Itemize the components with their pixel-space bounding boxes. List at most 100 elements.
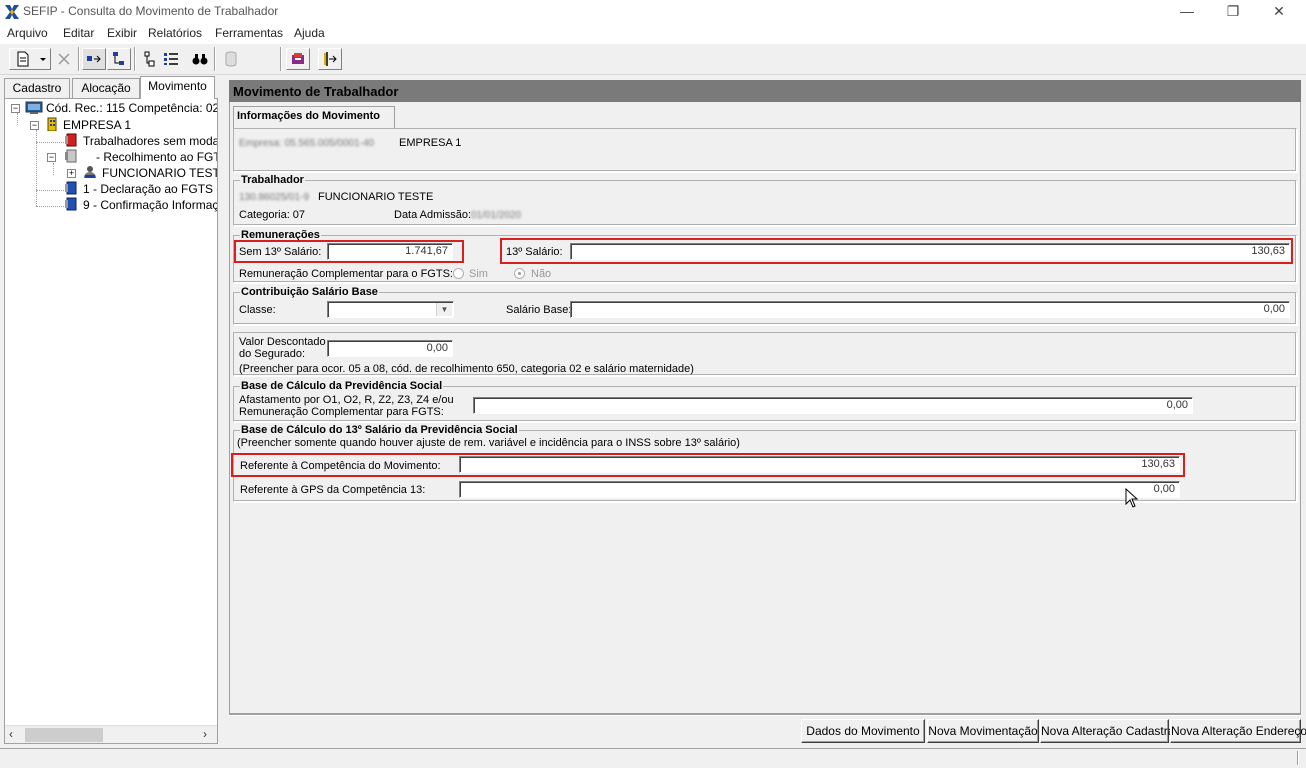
salario-base-field[interactable]: 0,00 [570, 301, 1290, 318]
worker-icon [84, 166, 96, 178]
nova-movimentacao-button[interactable]: Nova Movimentação [927, 719, 1039, 743]
mouse-cursor-icon [1125, 488, 1139, 508]
scroll-left-icon[interactable]: ‹ [9, 727, 13, 741]
window-title: SEFIP - Consulta do Movimento de Trabalh… [23, 4, 279, 18]
competencia-field[interactable]: 130,63 [459, 456, 1180, 473]
tab-movimento[interactable]: Movimento [140, 76, 215, 99]
tree-item-funcionario[interactable]: FUNCIONARIO TESTE [102, 165, 217, 181]
find-button[interactable] [189, 48, 211, 70]
hierarchy-button[interactable] [138, 48, 158, 70]
tree-item-confirmacao[interactable]: 9 - Confirmação Informaçõe [83, 197, 217, 213]
tree-item-sem-modalidade[interactable]: Trabalhadores sem modalid [83, 133, 217, 149]
exit-button[interactable] [318, 48, 342, 70]
tree-move-button[interactable] [107, 48, 131, 70]
classe-label: Classe: [239, 304, 276, 316]
empresa-name: EMPRESA 1 [399, 137, 462, 149]
tab-cadastro[interactable]: Cadastro [4, 78, 70, 98]
toolbar-separator [280, 47, 282, 71]
blue-file-icon [65, 197, 77, 211]
computer-icon [25, 101, 43, 114]
collapse-company-toggle[interactable]: − [30, 121, 39, 130]
competencia-label: Referente à Competência do Movimento: [240, 460, 441, 472]
move-button[interactable] [82, 48, 106, 70]
scroll-right-icon[interactable]: › [203, 727, 207, 741]
list-button[interactable] [160, 48, 182, 70]
reports-button[interactable] [220, 48, 242, 70]
data-admissao-label: Data Admissão: [394, 209, 472, 221]
dados-movimento-button[interactable]: Dados do Movimento [801, 719, 925, 743]
nova-alteracao-endereco-button[interactable]: Nova Alteração Endereço [1170, 719, 1306, 743]
new-document-button[interactable] [9, 48, 51, 70]
toolbar-separator [78, 47, 80, 71]
classe-select[interactable] [327, 301, 454, 318]
sal13-label: 13º Salário: [506, 246, 563, 258]
sem13-label: Sem 13º Salário: [239, 246, 322, 258]
empresa-cnpj-blurred: Empresa: 05.565.005/0001-40 [239, 138, 375, 149]
complementar-fgts-label: Remuneração Complementar para o FGTS: [239, 268, 453, 280]
base-previdencia-group-title: Base de Cálculo da Previdência Social [240, 380, 444, 392]
tree-root-label[interactable]: Cód. Rec.: 115 Competência: 02/20 [46, 100, 217, 116]
minimize-button[interactable]: — [1164, 0, 1210, 24]
sem13-field[interactable]: 1.741,67 [327, 243, 453, 260]
exit-door-icon [324, 52, 337, 66]
categoria-label: Categoria: 07 [239, 209, 306, 221]
valor-descontado-field[interactable]: 0,00 [327, 340, 453, 357]
close-button[interactable]: ✕ [1256, 0, 1302, 24]
trabalhador-group [233, 180, 1297, 226]
collapse-recolhimento-toggle[interactable]: − [47, 153, 56, 162]
menu-relatorios[interactable]: Relatórios [148, 26, 202, 40]
tree-item-declaracao[interactable]: 1 - Declaração ao FGTS e . [83, 181, 217, 197]
tree-horizontal-scrollbar[interactable]: ‹ › [5, 725, 217, 743]
restore-button[interactable]: ❐ [1210, 0, 1256, 24]
menu-ferramentas[interactable]: Ferramentas [215, 26, 283, 40]
menu-exibir[interactable]: Exibir [107, 26, 137, 40]
contribuicao-group-title: Contribuição Salário Base [240, 286, 379, 298]
delete-button[interactable] [53, 48, 75, 70]
delete-icon [58, 53, 70, 65]
hierarchy-icon [144, 51, 155, 67]
menu-arquivo[interactable]: Arquivo [7, 26, 48, 40]
blue-file-icon [65, 181, 77, 195]
tree-item-recolhimento[interactable]: - Recolhimento ao FGTS [96, 149, 217, 165]
chevron-down-icon[interactable]: ▼ [436, 303, 452, 316]
base-13-group-title: Base de Cálculo do 13º Salário da Previd… [240, 424, 519, 436]
valor-descontado-label-2: do Segurado: [239, 348, 306, 360]
tree-company-label[interactable]: EMPRESA 1 [63, 117, 131, 133]
base-13-note: (Preencher somente quando houver ajuste … [237, 437, 740, 449]
building-icon [47, 117, 57, 131]
afastamento-field[interactable]: 0,00 [473, 397, 1193, 414]
panel-header: Movimento de Trabalhador [229, 80, 1301, 102]
tab-informacoes-movimento[interactable]: Informações do Movimento [233, 106, 395, 128]
status-bar [0, 748, 1306, 768]
tree-view[interactable]: − Cód. Rec.: 115 Competência: 02/20 − EM… [4, 98, 218, 744]
afastamento-label-1: Afastamento por O1, O2, R, Z2, Z3, Z4 e/… [239, 394, 454, 406]
menu-ajuda[interactable]: Ajuda [294, 26, 325, 40]
sal13-field[interactable]: 130,63 [570, 243, 1290, 260]
data-admissao-blurred: 01/01/2020 [471, 210, 522, 221]
nova-alteracao-cadastral-button[interactable]: Nova Alteração Cadastral [1040, 719, 1177, 743]
bottom-divider [229, 714, 1301, 716]
new-document-icon [17, 51, 46, 67]
trabalhador-group-title: Trabalhador [240, 174, 305, 186]
sefip-app-icon [5, 5, 19, 19]
binoculars-icon [192, 54, 208, 65]
complementar-sim-radio[interactable] [453, 268, 464, 279]
red-file-icon [65, 133, 77, 147]
list-icon [164, 53, 178, 65]
scroll-thumb[interactable] [25, 728, 103, 742]
collapse-root-toggle[interactable]: − [11, 104, 20, 113]
gps-competencia-label: Referente à GPS da Competência 13: [240, 484, 426, 496]
cylinder-icon [225, 51, 237, 67]
trabalhador-name: FUNCIONARIO TESTE [318, 191, 434, 203]
tools-button[interactable] [286, 48, 310, 70]
expand-funcionario-toggle[interactable]: + [67, 169, 76, 178]
empresa-group [233, 128, 1297, 172]
gps-competencia-field[interactable]: 0,00 [459, 481, 1180, 498]
complementar-nao-radio[interactable] [514, 268, 525, 279]
menu-editar[interactable]: Editar [63, 26, 94, 40]
books-icon [292, 53, 304, 64]
toolbar-separator [214, 47, 216, 71]
tab-alocacao[interactable]: Alocação [72, 78, 140, 98]
trabalhador-pis-blurred: 130.86025/01-9 [239, 192, 310, 203]
afastamento-label-2: Remuneração Complementar para FGTS: [239, 406, 444, 418]
